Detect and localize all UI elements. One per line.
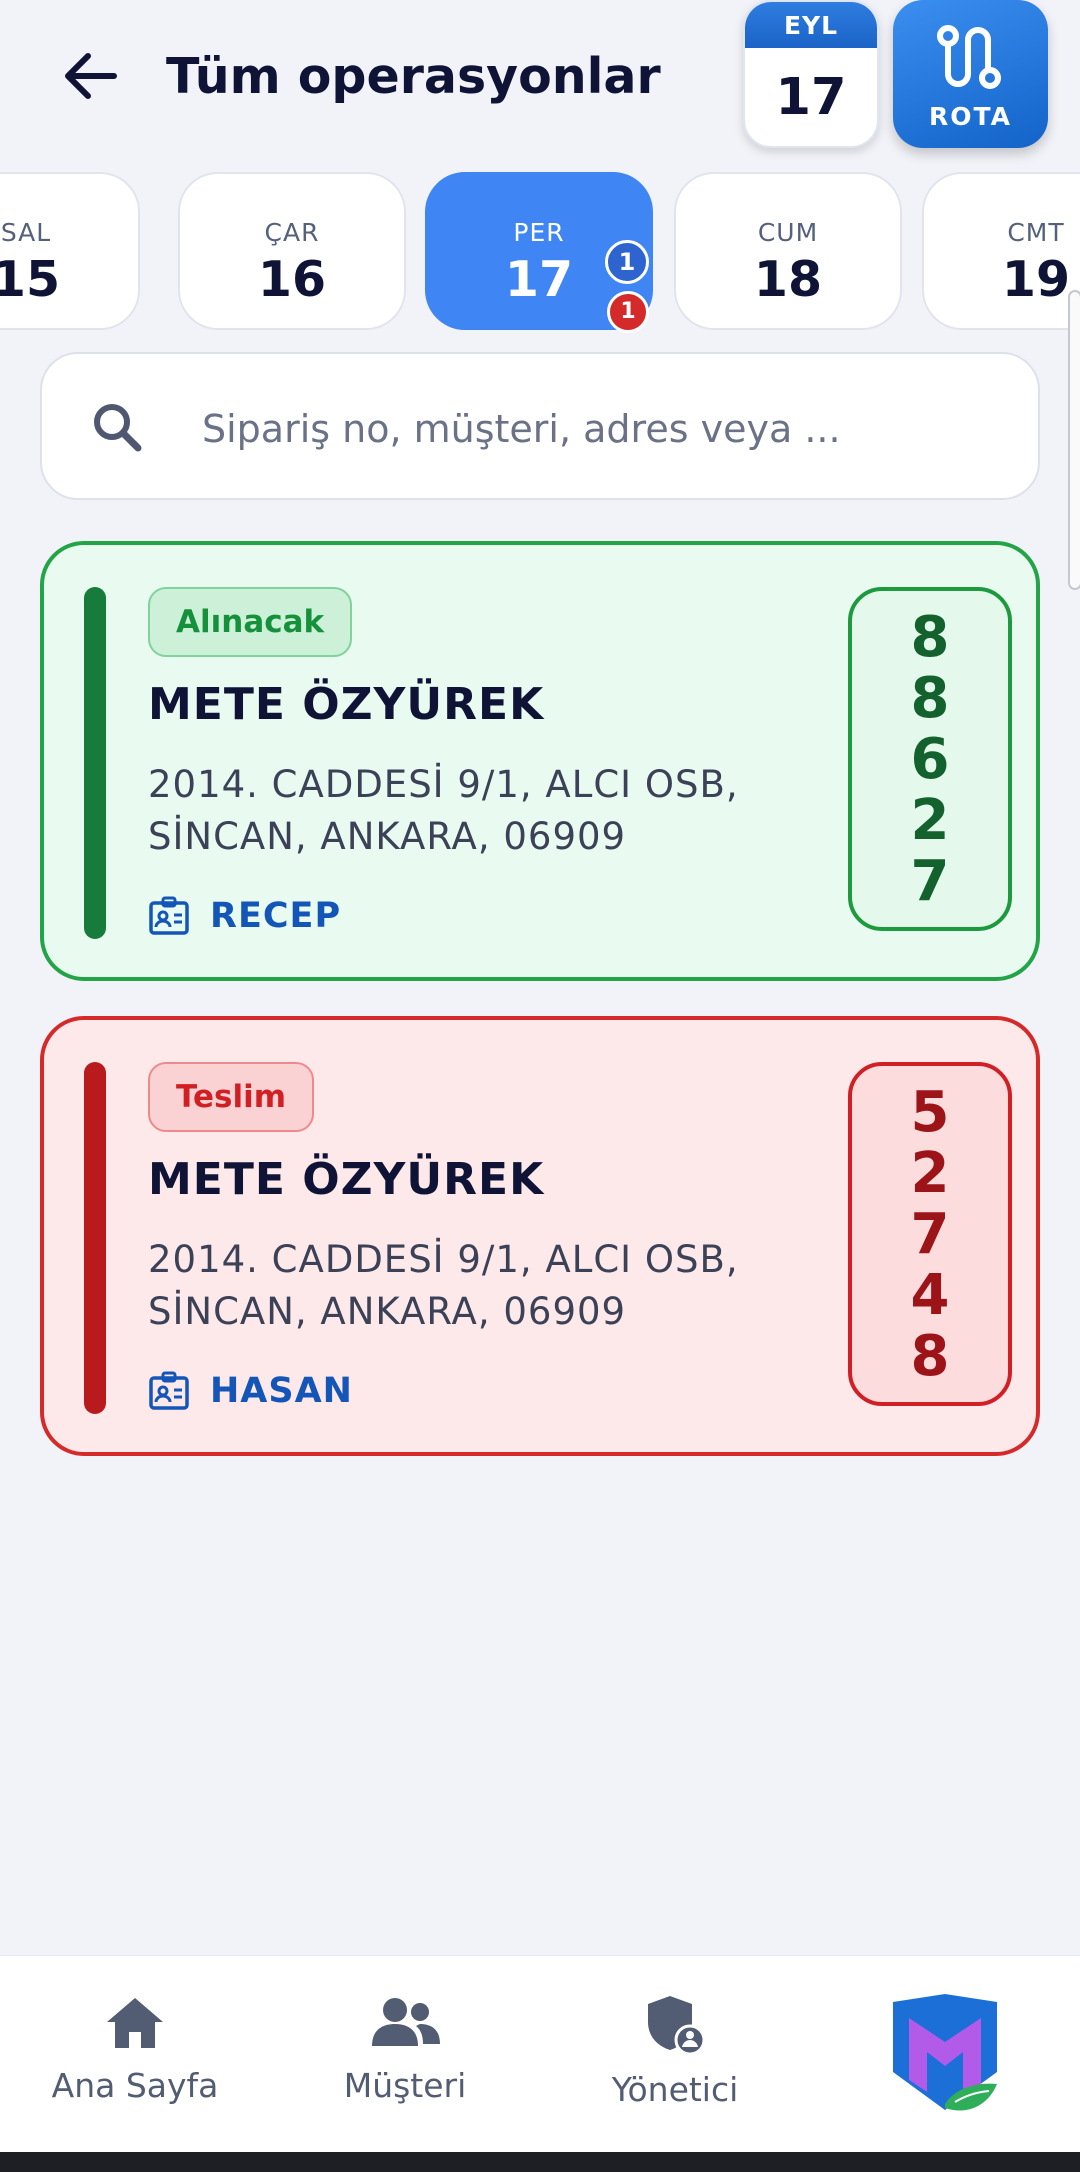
page-title: Tüm operasyonlar: [166, 48, 661, 105]
assigned-driver: RECEP: [148, 895, 341, 937]
day-name: CMT: [1007, 218, 1065, 247]
driver-name: RECEP: [210, 896, 342, 936]
order-digit: 8: [910, 604, 950, 670]
day-number: 16: [257, 251, 327, 308]
calendar-month: EYL: [745, 2, 877, 48]
nav-item-admin[interactable]: Yönetici: [540, 1956, 810, 2153]
nav-item-customers[interactable]: Müşteri: [270, 1956, 540, 2153]
operation-card[interactable]: Teslim METE ÖZYÜREK 2014. CADDESİ 9/1, A…: [40, 1016, 1040, 1456]
driver-name: HASAN: [210, 1371, 353, 1411]
back-button[interactable]: [52, 38, 128, 114]
day-selector: SAL 15 ÇAR 16 PER 17 CUM 18 CMT 19: [0, 166, 1080, 336]
order-digit: 2: [910, 1140, 950, 1206]
order-digit: 8: [910, 1323, 950, 1389]
status-accent-bar: [84, 1062, 106, 1414]
customer-address: 2014. CADDESİ 9/1, ALCI OSB, SİNCAN, ANK…: [148, 1238, 739, 1333]
order-digit: 8: [910, 665, 950, 731]
app-header: Tüm operasyonlar EYL 17 ROTA: [0, 0, 1080, 160]
route-icon: [936, 25, 1001, 89]
day-pill-cum[interactable]: CUM 18: [674, 172, 902, 330]
users-icon: [372, 1998, 440, 2046]
bottom-navigation: Ana Sayfa Müşteri Yönetici: [0, 1955, 1080, 2152]
day-number: 15: [0, 251, 61, 308]
pickup-count-badge: 1: [605, 240, 649, 284]
order-digit: 4: [910, 1262, 950, 1328]
day-name: SAL: [0, 218, 52, 247]
order-digit: 6: [910, 726, 950, 792]
order-digit: 5: [910, 1079, 950, 1145]
search-input[interactable]: [202, 394, 1002, 464]
calendar-date-button[interactable]: EYL 17: [743, 0, 879, 148]
arrow-left-icon: [65, 53, 117, 99]
calendar-day: 17: [775, 68, 847, 127]
nav-label: Müşteri: [343, 2066, 467, 2105]
nav-label: Yönetici: [611, 2070, 739, 2109]
app-logo-icon[interactable]: [885, 1992, 1005, 2126]
status-accent-bar: [84, 587, 106, 939]
operation-type-badge: Teslim: [148, 1062, 315, 1132]
day-name: ÇAR: [264, 218, 320, 247]
day-pill-cmt[interactable]: CMT 19: [922, 172, 1080, 330]
scroll-handle[interactable]: [1068, 290, 1080, 590]
search-icon: [94, 404, 142, 452]
day-name: CUM: [757, 218, 819, 247]
nav-item-home[interactable]: Ana Sayfa: [0, 1956, 270, 2153]
id-card-icon: [149, 1371, 189, 1410]
search-bar[interactable]: [40, 352, 1040, 500]
day-number: 19: [1001, 251, 1071, 308]
rota-label: ROTA: [929, 102, 1012, 131]
home-icon: [107, 1998, 163, 2048]
customer-name: METE ÖZYÜREK: [148, 1154, 545, 1205]
customer-address: 2014. CADDESİ 9/1, ALCI OSB, SİNCAN, ANK…: [148, 763, 739, 858]
nav-label: Ana Sayfa: [51, 2066, 219, 2105]
assigned-driver: HASAN: [148, 1370, 353, 1412]
order-digit: 7: [910, 848, 950, 914]
order-number: 5 2 7 4 8: [848, 1062, 1012, 1406]
day-number: 18: [753, 251, 823, 308]
day-pill-sal[interactable]: SAL 15: [0, 172, 140, 330]
operation-type-badge: Alınacak: [148, 587, 353, 657]
operation-card[interactable]: Alınacak METE ÖZYÜREK 2014. CADDESİ 9/1,…: [40, 541, 1040, 981]
system-navigation-bar: [0, 2152, 1080, 2172]
order-number: 8 8 6 2 7: [848, 587, 1012, 931]
admin-shield-icon: [648, 1996, 706, 2056]
customer-name: METE ÖZYÜREK: [148, 679, 545, 730]
id-card-icon: [149, 896, 189, 935]
order-digit: 7: [910, 1201, 950, 1267]
order-digit: 2: [910, 787, 950, 853]
day-pill-car[interactable]: ÇAR 16: [178, 172, 406, 330]
delivery-count-badge: 1: [607, 291, 649, 333]
rota-button[interactable]: ROTA: [893, 0, 1048, 148]
